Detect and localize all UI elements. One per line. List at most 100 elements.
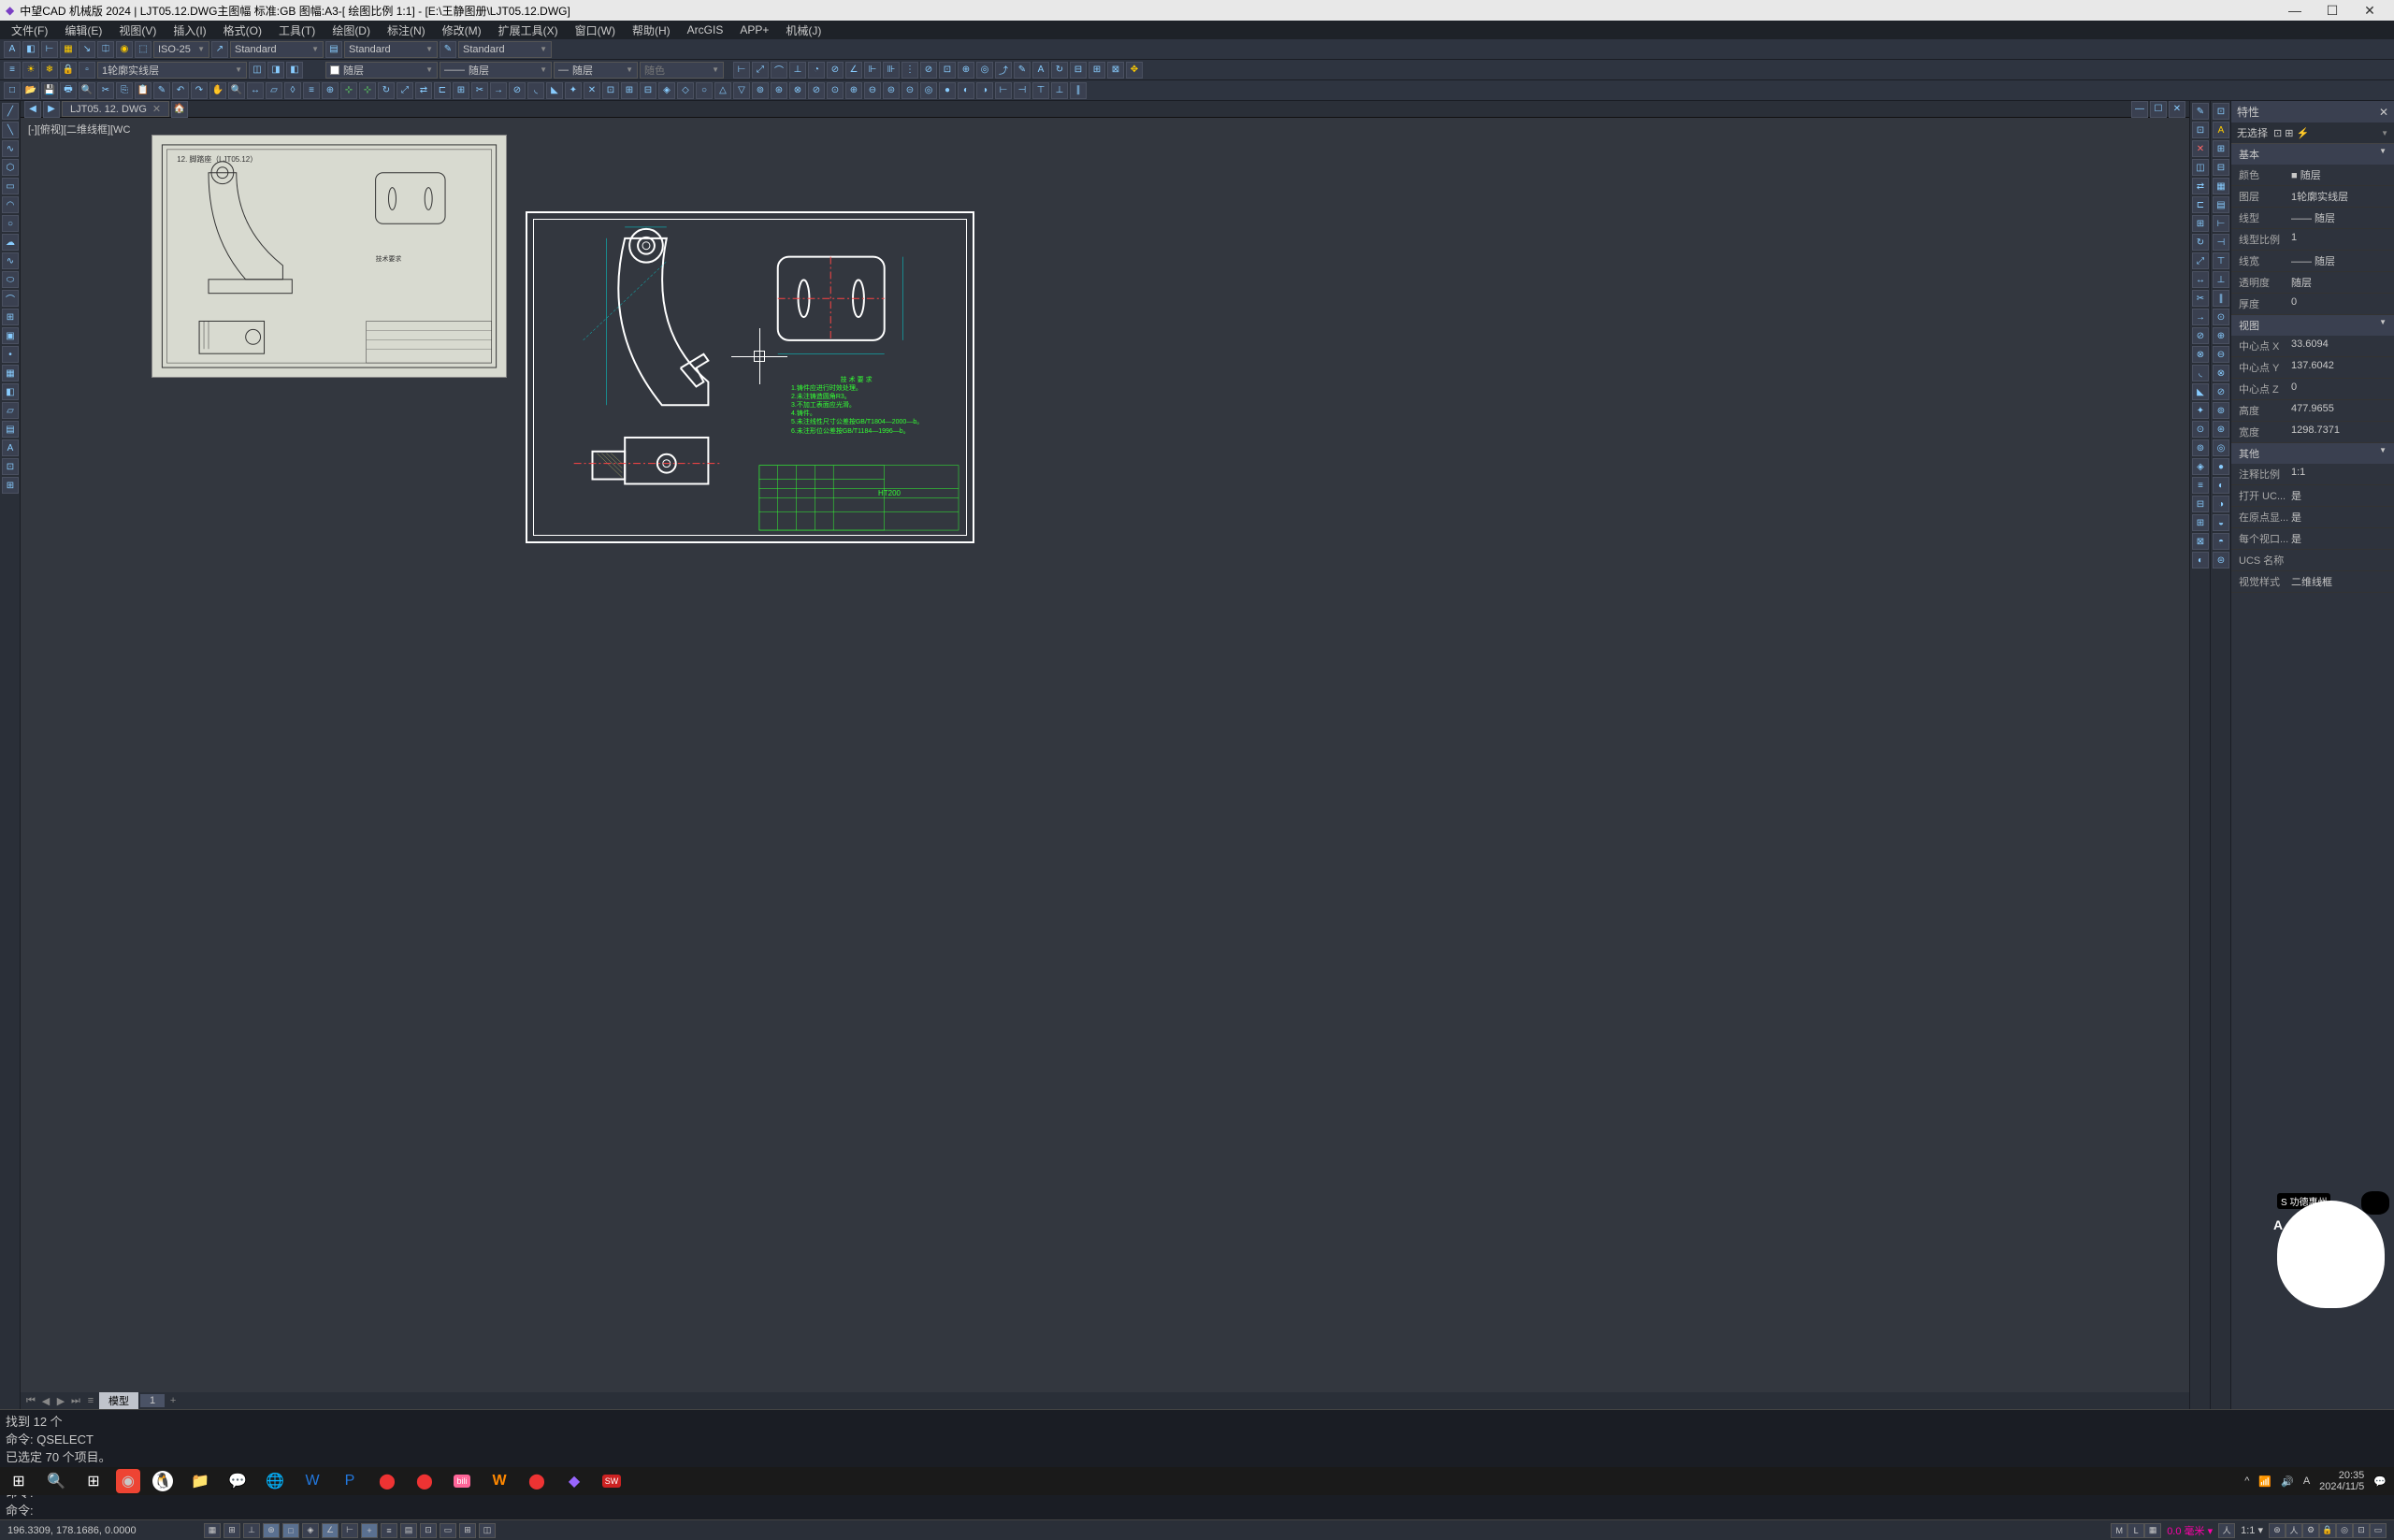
rr4-icon[interactable]: ⊟	[2213, 159, 2229, 176]
rr8-icon[interactable]: ⊣	[2213, 234, 2229, 251]
sel-flash-icon[interactable]: ⚡	[2296, 127, 2309, 139]
lwt-toggle[interactable]: ≡	[381, 1523, 397, 1538]
addsel-icon[interactable]: ⊡	[2, 458, 19, 475]
tb-table-icon[interactable]: ▦	[60, 41, 77, 58]
rr22-icon[interactable]: ◑	[2213, 496, 2229, 512]
prop-vstyle[interactable]: 视觉样式二维线框	[2231, 571, 2394, 593]
anno-auto-icon[interactable]: 人	[2286, 1523, 2302, 1538]
app-explorer-icon[interactable]: 📁	[181, 1467, 219, 1495]
selection-dropdown[interactable]: 无选择 ⊡ ⊞ ⚡	[2231, 122, 2394, 144]
snap-toggle[interactable]: ▦	[204, 1523, 221, 1538]
mtab-add-icon[interactable]: +	[166, 1395, 180, 1406]
app-ppt-icon[interactable]: P	[331, 1467, 368, 1495]
explode-icon[interactable]: ✦	[565, 82, 582, 99]
tb-tbl-icon[interactable]: ▤	[325, 41, 342, 58]
tb-bulb-icon[interactable]: ◉	[116, 41, 133, 58]
app-sw-icon[interactable]: SW	[593, 1467, 630, 1495]
r19-icon[interactable]: ⊚	[2192, 439, 2209, 456]
grid2-icon[interactable]: ⊞	[2, 477, 19, 494]
t8-icon[interactable]: ▽	[733, 82, 750, 99]
r13-icon[interactable]: ⊘	[2192, 327, 2209, 344]
erase-icon[interactable]: ✕	[584, 82, 600, 99]
am-toggle[interactable]: ◫	[479, 1523, 496, 1538]
lweight-dropdown[interactable]: —随层	[554, 62, 638, 79]
menu-file[interactable]: 文件(F)	[4, 21, 55, 40]
scale-icon[interactable]: ⤢	[397, 82, 413, 99]
app-rec1-icon[interactable]: ⬤	[368, 1467, 406, 1495]
t2-icon[interactable]: ⊞	[621, 82, 638, 99]
rr24-icon[interactable]: ◓	[2213, 533, 2229, 550]
redo-icon[interactable]: ↷	[191, 82, 208, 99]
r16-icon[interactable]: ◣	[2192, 383, 2209, 400]
prop-origin[interactable]: 在原点显...是	[2231, 507, 2394, 528]
tb-freeze-icon[interactable]: ❄	[41, 62, 58, 79]
tb-layer-mgr-icon[interactable]: ≡	[4, 62, 21, 79]
section-other[interactable]: 其他	[2231, 443, 2394, 464]
dim-space-icon[interactable]: ⋮	[901, 62, 918, 79]
ellipse-icon[interactable]: ⬭	[2, 271, 19, 288]
cycle-toggle[interactable]: ⊡	[420, 1523, 437, 1538]
tb-setup-icon[interactable]: ◧	[22, 41, 39, 58]
r4-icon[interactable]: ◫	[2192, 159, 2209, 176]
dim-base-icon[interactable]: ⊩	[864, 62, 881, 79]
polar-toggle[interactable]: ⊛	[263, 1523, 280, 1538]
t5-icon[interactable]: ◇	[677, 82, 694, 99]
prop-lweight[interactable]: 线宽—— 随层	[2231, 251, 2394, 272]
menu-draw[interactable]: 绘图(D)	[324, 21, 378, 40]
rr13-icon[interactable]: ⊕	[2213, 327, 2229, 344]
r3-icon[interactable]: ✕	[2192, 140, 2209, 157]
chamfer-icon[interactable]: ◣	[546, 82, 563, 99]
ortho-toggle[interactable]: ⊥	[243, 1523, 260, 1538]
id-icon[interactable]: ⊕	[322, 82, 339, 99]
t6-icon[interactable]: ○	[696, 82, 713, 99]
r8-icon[interactable]: ↻	[2192, 234, 2209, 251]
ellarc-icon[interactable]: ⌒	[2, 290, 19, 307]
3dosnap-toggle[interactable]: ◈	[302, 1523, 319, 1538]
rr11-icon[interactable]: ∥	[2213, 290, 2229, 307]
mtext-icon[interactable]: A	[2, 439, 19, 456]
rr17-icon[interactable]: ⊚	[2213, 402, 2229, 419]
dyn-toggle[interactable]: +	[361, 1523, 378, 1538]
rr2-icon[interactable]: A	[2213, 122, 2229, 138]
iso-dropdown[interactable]: ISO-25	[153, 41, 209, 58]
rr15-icon[interactable]: ⊗	[2213, 365, 2229, 381]
t9-icon[interactable]: ⊚	[752, 82, 769, 99]
prop-ucsname[interactable]: UCS 名称	[2231, 550, 2394, 571]
prop-color[interactable]: 颜色■ 随层	[2231, 165, 2394, 186]
app-bili-icon[interactable]: bili	[443, 1467, 481, 1495]
tb-multi-icon[interactable]: ⎅	[97, 41, 114, 58]
r22-icon[interactable]: ⊟	[2192, 496, 2209, 512]
r18-icon[interactable]: ⊙	[2192, 421, 2209, 438]
rr7-icon[interactable]: ⊢	[2213, 215, 2229, 232]
rr20-icon[interactable]: ●	[2213, 458, 2229, 475]
sc-toggle[interactable]: ⊞	[459, 1523, 476, 1538]
rr23-icon[interactable]: ◒	[2213, 514, 2229, 531]
prop-ltype[interactable]: 线型—— 随层	[2231, 208, 2394, 229]
tray-net-icon[interactable]: 📶	[2258, 1475, 2271, 1488]
rect-icon[interactable]: ▭	[2, 178, 19, 194]
vp-min-icon[interactable]: —	[2131, 101, 2148, 118]
zoom-icon[interactable]: 🔍	[228, 82, 245, 99]
doc-tab-close-icon[interactable]: ✕	[152, 103, 161, 115]
r17-icon[interactable]: ✦	[2192, 402, 2209, 419]
rr1-icon[interactable]: ⊡	[2213, 103, 2229, 120]
rr19-icon[interactable]: ◎	[2213, 439, 2229, 456]
t19-icon[interactable]: ●	[939, 82, 956, 99]
print-icon[interactable]: 🖶	[60, 82, 77, 99]
section-basic[interactable]: 基本	[2231, 144, 2394, 165]
cut-icon[interactable]: ✂	[97, 82, 114, 99]
r5-icon[interactable]: ⇄	[2192, 178, 2209, 194]
menu-insert[interactable]: 插入(I)	[166, 21, 213, 40]
dim-more2-icon[interactable]: ⊠	[1107, 62, 1124, 79]
rr25-icon[interactable]: ⊜	[2213, 552, 2229, 569]
spline-icon[interactable]: ∿	[2, 252, 19, 269]
r11-icon[interactable]: ✂	[2192, 290, 2209, 307]
r12-icon[interactable]: →	[2192, 309, 2209, 325]
dim-arc-icon[interactable]: ⌒	[771, 62, 787, 79]
rr3-icon[interactable]: ⊞	[2213, 140, 2229, 157]
sel-pick-icon[interactable]: ⊡	[2273, 127, 2282, 139]
dim-edit-icon[interactable]: ✎	[1014, 62, 1031, 79]
point-icon[interactable]: •	[2, 346, 19, 363]
menu-mech[interactable]: 机械(J)	[778, 21, 829, 40]
dim-radius-icon[interactable]: ◔	[808, 62, 825, 79]
